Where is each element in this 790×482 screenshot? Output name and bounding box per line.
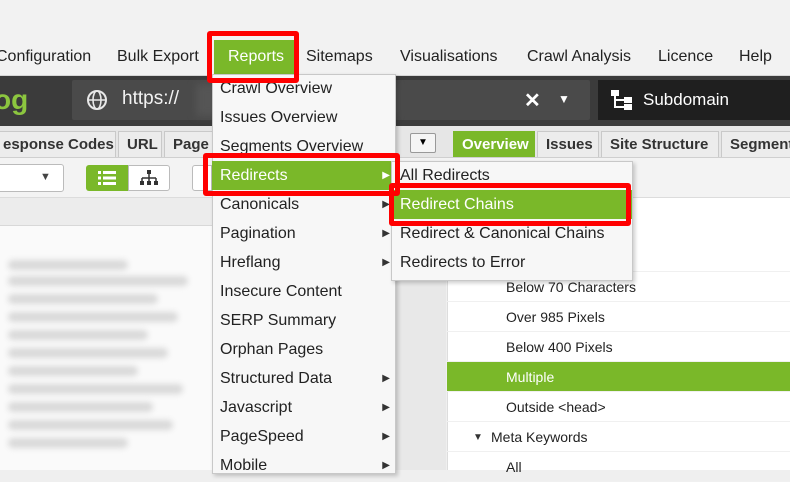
- menu-item-label: Orphan Pages: [220, 341, 324, 358]
- tab-url[interactable]: URL: [118, 131, 162, 157]
- menu-item-pagination[interactable]: Pagination ▶: [212, 219, 396, 248]
- tab-overview[interactable]: Overview: [453, 131, 535, 157]
- tree-item[interactable]: Below 400 Pixels: [447, 332, 790, 362]
- menu-sitemaps[interactable]: Sitemaps: [306, 44, 373, 70]
- menu-item-label: Hreflang: [220, 254, 281, 271]
- menu-item-label: Canonicals: [220, 196, 300, 213]
- menu-item-pagespeed[interactable]: PageSpeed ▶: [212, 422, 396, 451]
- tab-site-structure[interactable]: Site Structure: [601, 131, 719, 157]
- menu-item-serp-summary[interactable]: SERP Summary: [212, 306, 396, 335]
- url-value: https://: [122, 88, 180, 109]
- menu-item-label: PageSpeed: [220, 428, 304, 445]
- crawl-mode-label: Subdomain: [643, 90, 730, 109]
- chevron-down-icon: ▼: [40, 171, 51, 183]
- menu-help[interactable]: Help: [739, 44, 772, 70]
- tree-item-meta-keywords[interactable]: Meta Keywords: [447, 422, 790, 452]
- chevron-right-icon: ▶: [382, 257, 390, 268]
- blurred-row: [8, 276, 188, 286]
- tree-item[interactable]: Outside <head>: [447, 392, 790, 422]
- tab-issues[interactable]: Issues: [537, 131, 599, 157]
- tree-item[interactable]: Over 985 Pixels: [447, 302, 790, 332]
- blurred-row: [8, 384, 183, 394]
- tab-segments[interactable]: Segment: [721, 131, 790, 157]
- menu-bulk-export[interactable]: Bulk Export: [117, 44, 199, 70]
- blurred-row: [8, 366, 138, 376]
- chevron-right-icon: ▶: [382, 460, 390, 471]
- menu-visualisations[interactable]: Visualisations: [400, 44, 498, 70]
- sitemap-icon: [611, 90, 632, 110]
- menu-item-insecure-content[interactable]: Insecure Content: [212, 277, 396, 306]
- globe-icon: [87, 90, 107, 110]
- blurred-row: [8, 420, 173, 430]
- expand-arrow-icon[interactable]: ▼: [473, 432, 483, 443]
- menu-item-label: Structured Data: [220, 370, 333, 387]
- menu-crawl-analysis[interactable]: Crawl Analysis: [527, 44, 631, 70]
- blurred-row: [8, 330, 148, 340]
- menu-item-issues-overview[interactable]: Issues Overview: [212, 103, 396, 132]
- app-logo: og: [0, 84, 29, 115]
- tabs-overflow-dropdown[interactable]: ▼: [410, 133, 436, 153]
- menu-item-label: Pagination: [220, 225, 296, 242]
- tree-item-selected[interactable]: Multiple: [447, 362, 790, 392]
- blurred-row: [8, 348, 168, 358]
- close-icon[interactable]: ✕: [524, 88, 541, 113]
- chevron-down-icon[interactable]: ▼: [558, 92, 570, 106]
- menu-item-structured-data[interactable]: Structured Data ▶: [212, 364, 396, 393]
- menu-item-hreflang[interactable]: Hreflang ▶: [212, 248, 396, 277]
- tree-item[interactable]: All: [447, 452, 790, 482]
- blurred-row: [8, 402, 153, 412]
- highlight-box-redirect-chains: [389, 183, 631, 226]
- menu-item-orphan-pages[interactable]: Orphan Pages: [212, 335, 396, 364]
- chevron-right-icon: ▶: [382, 373, 390, 384]
- tree-icon: [140, 170, 158, 185]
- chevron-right-icon: ▶: [382, 431, 390, 442]
- tab-response-codes[interactable]: esponse Codes: [0, 131, 116, 157]
- submenu-redirects-to-error[interactable]: Redirects to Error: [392, 248, 632, 277]
- menu-item-javascript[interactable]: Javascript ▶: [212, 393, 396, 422]
- menu-item-label: Issues Overview: [220, 109, 338, 126]
- highlight-box-redirects: [203, 153, 400, 196]
- menu-item-label: Insecure Content: [220, 283, 342, 300]
- highlight-box-reports: [207, 31, 299, 83]
- menu-item-label: SERP Summary: [220, 312, 337, 329]
- menu-licence[interactable]: Licence: [658, 44, 713, 70]
- chevron-right-icon: ▶: [382, 402, 390, 413]
- filter-dropdown[interactable]: [0, 164, 64, 192]
- menu-item-label: Mobile: [220, 457, 268, 474]
- list-icon: [98, 171, 116, 185]
- menu-item-mobile[interactable]: Mobile ▶: [212, 451, 396, 480]
- blurred-row: [8, 312, 178, 322]
- blurred-row: [8, 438, 128, 448]
- menu-item-label: Javascript: [220, 399, 293, 416]
- blurred-row: [8, 260, 128, 270]
- blurred-row: [8, 294, 158, 304]
- menu-configuration[interactable]: Configuration: [0, 44, 91, 70]
